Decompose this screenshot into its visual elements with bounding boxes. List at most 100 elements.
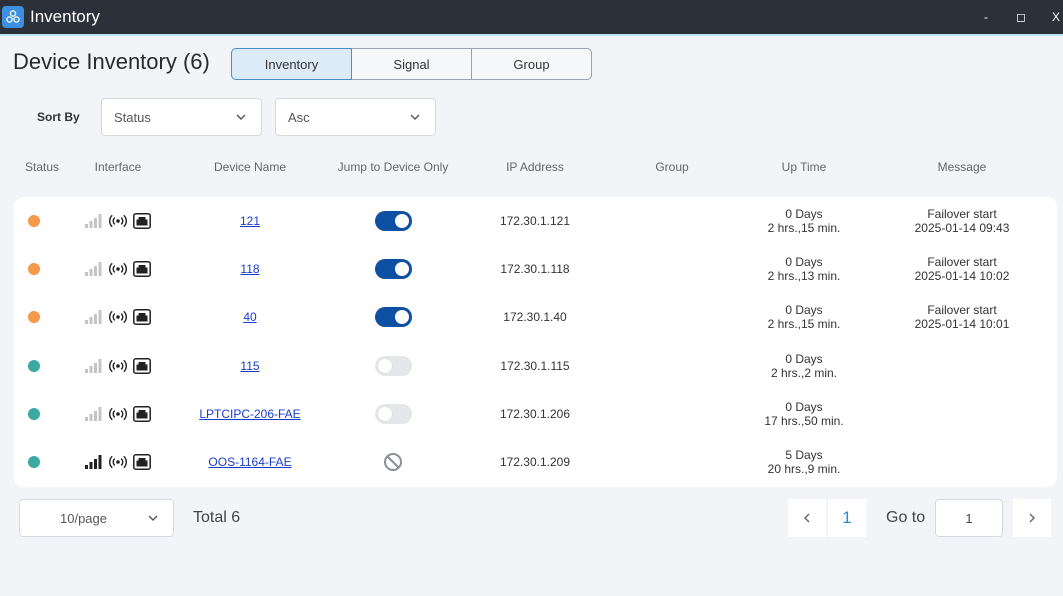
jump-to-device-cell [323, 197, 463, 245]
status-dot [28, 456, 40, 468]
device-name-cell: 121 [190, 197, 310, 245]
tab-signal[interactable]: Signal [351, 48, 472, 80]
uptime-days: 0 Days [785, 303, 823, 317]
device-name-link[interactable]: LPTCIPC-206-FAE [199, 407, 300, 421]
page-title: Device Inventory (6) [13, 49, 210, 74]
table-row: 115 172.30.1.115 0 Days 2 hrs.,2 min. [14, 342, 1057, 390]
tab-group[interactable]: Group [471, 48, 592, 80]
message-cell: Failover start 2025-01-14 10:02 [892, 245, 1032, 293]
interface-cell [78, 342, 158, 390]
column-header-uptime[interactable]: Up Time [744, 160, 864, 174]
ethernet-port-icon [133, 358, 151, 374]
status-dot [28, 311, 40, 323]
device-name-link[interactable]: 121 [240, 214, 260, 228]
ip-address: 172.30.1.206 [499, 407, 571, 421]
uptime-time: 2 hrs.,2 min. [770, 366, 838, 380]
wireless-icon [109, 359, 127, 373]
title-accent-line [0, 34, 1063, 36]
prev-page-button[interactable] [788, 499, 826, 537]
message-cell: Failover start 2025-01-14 10:01 [892, 293, 1032, 341]
uptime-time: 2 hrs.,15 min. [767, 221, 841, 235]
chevron-down-icon [236, 114, 246, 120]
tab-inventory[interactable]: Inventory [231, 48, 352, 80]
message-time: 2025-01-14 10:01 [914, 317, 1010, 331]
status-cell [14, 438, 54, 486]
ip-address-cell: 172.30.1.40 [475, 293, 595, 341]
column-header-message[interactable]: Message [902, 160, 1022, 174]
maximize-button[interactable]: ◻ [1006, 0, 1036, 34]
jump-to-device-toggle[interactable] [374, 356, 412, 376]
column-header-status[interactable]: Status [14, 160, 70, 174]
ip-address: 172.30.1.115 [500, 359, 570, 373]
cellular-signal-icon [85, 359, 102, 373]
jump-to-device-cell [323, 438, 463, 486]
title-bar: Inventory - ◻ X [0, 0, 1063, 34]
table-row: 118 172.30.1.118 0 Days 2 hrs.,13 min. F… [14, 245, 1057, 293]
status-cell [14, 293, 54, 341]
ethernet-port-icon [133, 406, 151, 422]
column-header-jump[interactable]: Jump to Device Only [323, 160, 463, 174]
toggle-knob [394, 262, 409, 276]
table-row: 40 172.30.1.40 0 Days 2 hrs.,15 min. Fai… [14, 293, 1057, 341]
sort-field-select[interactable]: Status [101, 98, 262, 136]
column-header-group[interactable]: Group [622, 160, 722, 174]
table-row: LPTCIPC-206-FAE 172.30.1.206 0 Days 17 h… [14, 390, 1057, 438]
interface-cell [78, 438, 158, 486]
goto-page-input[interactable] [935, 499, 1003, 537]
uptime-time: 2 hrs.,15 min. [767, 317, 841, 331]
device-name-link[interactable]: 40 [243, 310, 256, 324]
device-name-link[interactable]: 115 [240, 359, 259, 373]
message-cell [892, 342, 1032, 390]
chevron-down-icon [148, 515, 158, 521]
group-cell [622, 342, 722, 390]
device-name-cell: OOS-1164-FAE [190, 438, 310, 486]
status-dot [28, 360, 40, 372]
toggle-knob [377, 359, 392, 373]
ip-address-cell: 172.30.1.118 [475, 245, 595, 293]
ip-address-cell: 172.30.1.206 [475, 390, 595, 438]
page-size-select[interactable]: 10/page [19, 499, 174, 537]
app-logo-icon [2, 6, 24, 28]
column-header-device-name[interactable]: Device Name [190, 160, 310, 174]
group-cell [622, 438, 722, 486]
status-cell [14, 197, 54, 245]
jump-to-device-toggle[interactable] [374, 307, 412, 327]
jump-to-device-toggle[interactable] [374, 259, 412, 279]
ip-address: 172.30.1.121 [499, 214, 571, 228]
device-name-cell: 40 [190, 293, 310, 341]
next-page-button[interactable] [1013, 499, 1051, 537]
group-cell [622, 390, 722, 438]
uptime-days: 0 Days [785, 255, 823, 269]
page-number-button[interactable]: 1 [828, 499, 866, 537]
device-name-link[interactable]: OOS-1164-FAE [208, 455, 291, 469]
group-cell [622, 197, 722, 245]
device-table: 121 172.30.1.121 0 Days 2 hrs.,15 min. F… [14, 197, 1057, 487]
uptime-time: 20 hrs.,9 min. [767, 462, 841, 476]
window-title: Inventory [30, 7, 100, 26]
view-tabs: Inventory Signal Group [231, 48, 592, 80]
column-header-ip[interactable]: IP Address [475, 160, 595, 174]
interface-cell [78, 293, 158, 341]
group-cell [622, 245, 722, 293]
column-header-interface[interactable]: Interface [78, 160, 158, 174]
minimize-button[interactable]: - [971, 0, 1001, 34]
message-title: Failover start [927, 255, 997, 269]
close-button[interactable]: X [1041, 0, 1063, 34]
chevron-down-icon [410, 114, 420, 120]
jump-to-device-toggle[interactable] [374, 211, 412, 231]
status-cell [14, 390, 54, 438]
device-name-cell: 115 [190, 342, 310, 390]
sort-order-select[interactable]: Asc [275, 98, 436, 136]
cellular-signal-icon [85, 407, 102, 421]
interface-cell [78, 197, 158, 245]
uptime-cell: 5 Days 20 hrs.,9 min. [744, 438, 864, 486]
interface-cell [78, 245, 158, 293]
device-name-link[interactable]: 118 [240, 262, 259, 276]
status-cell [14, 245, 54, 293]
jump-to-device-cell [323, 245, 463, 293]
ethernet-port-icon [133, 261, 151, 277]
toggle-knob [394, 214, 409, 228]
wireless-icon [109, 262, 127, 276]
jump-to-device-toggle[interactable] [374, 404, 412, 424]
total-count: Total 6 [193, 509, 241, 526]
